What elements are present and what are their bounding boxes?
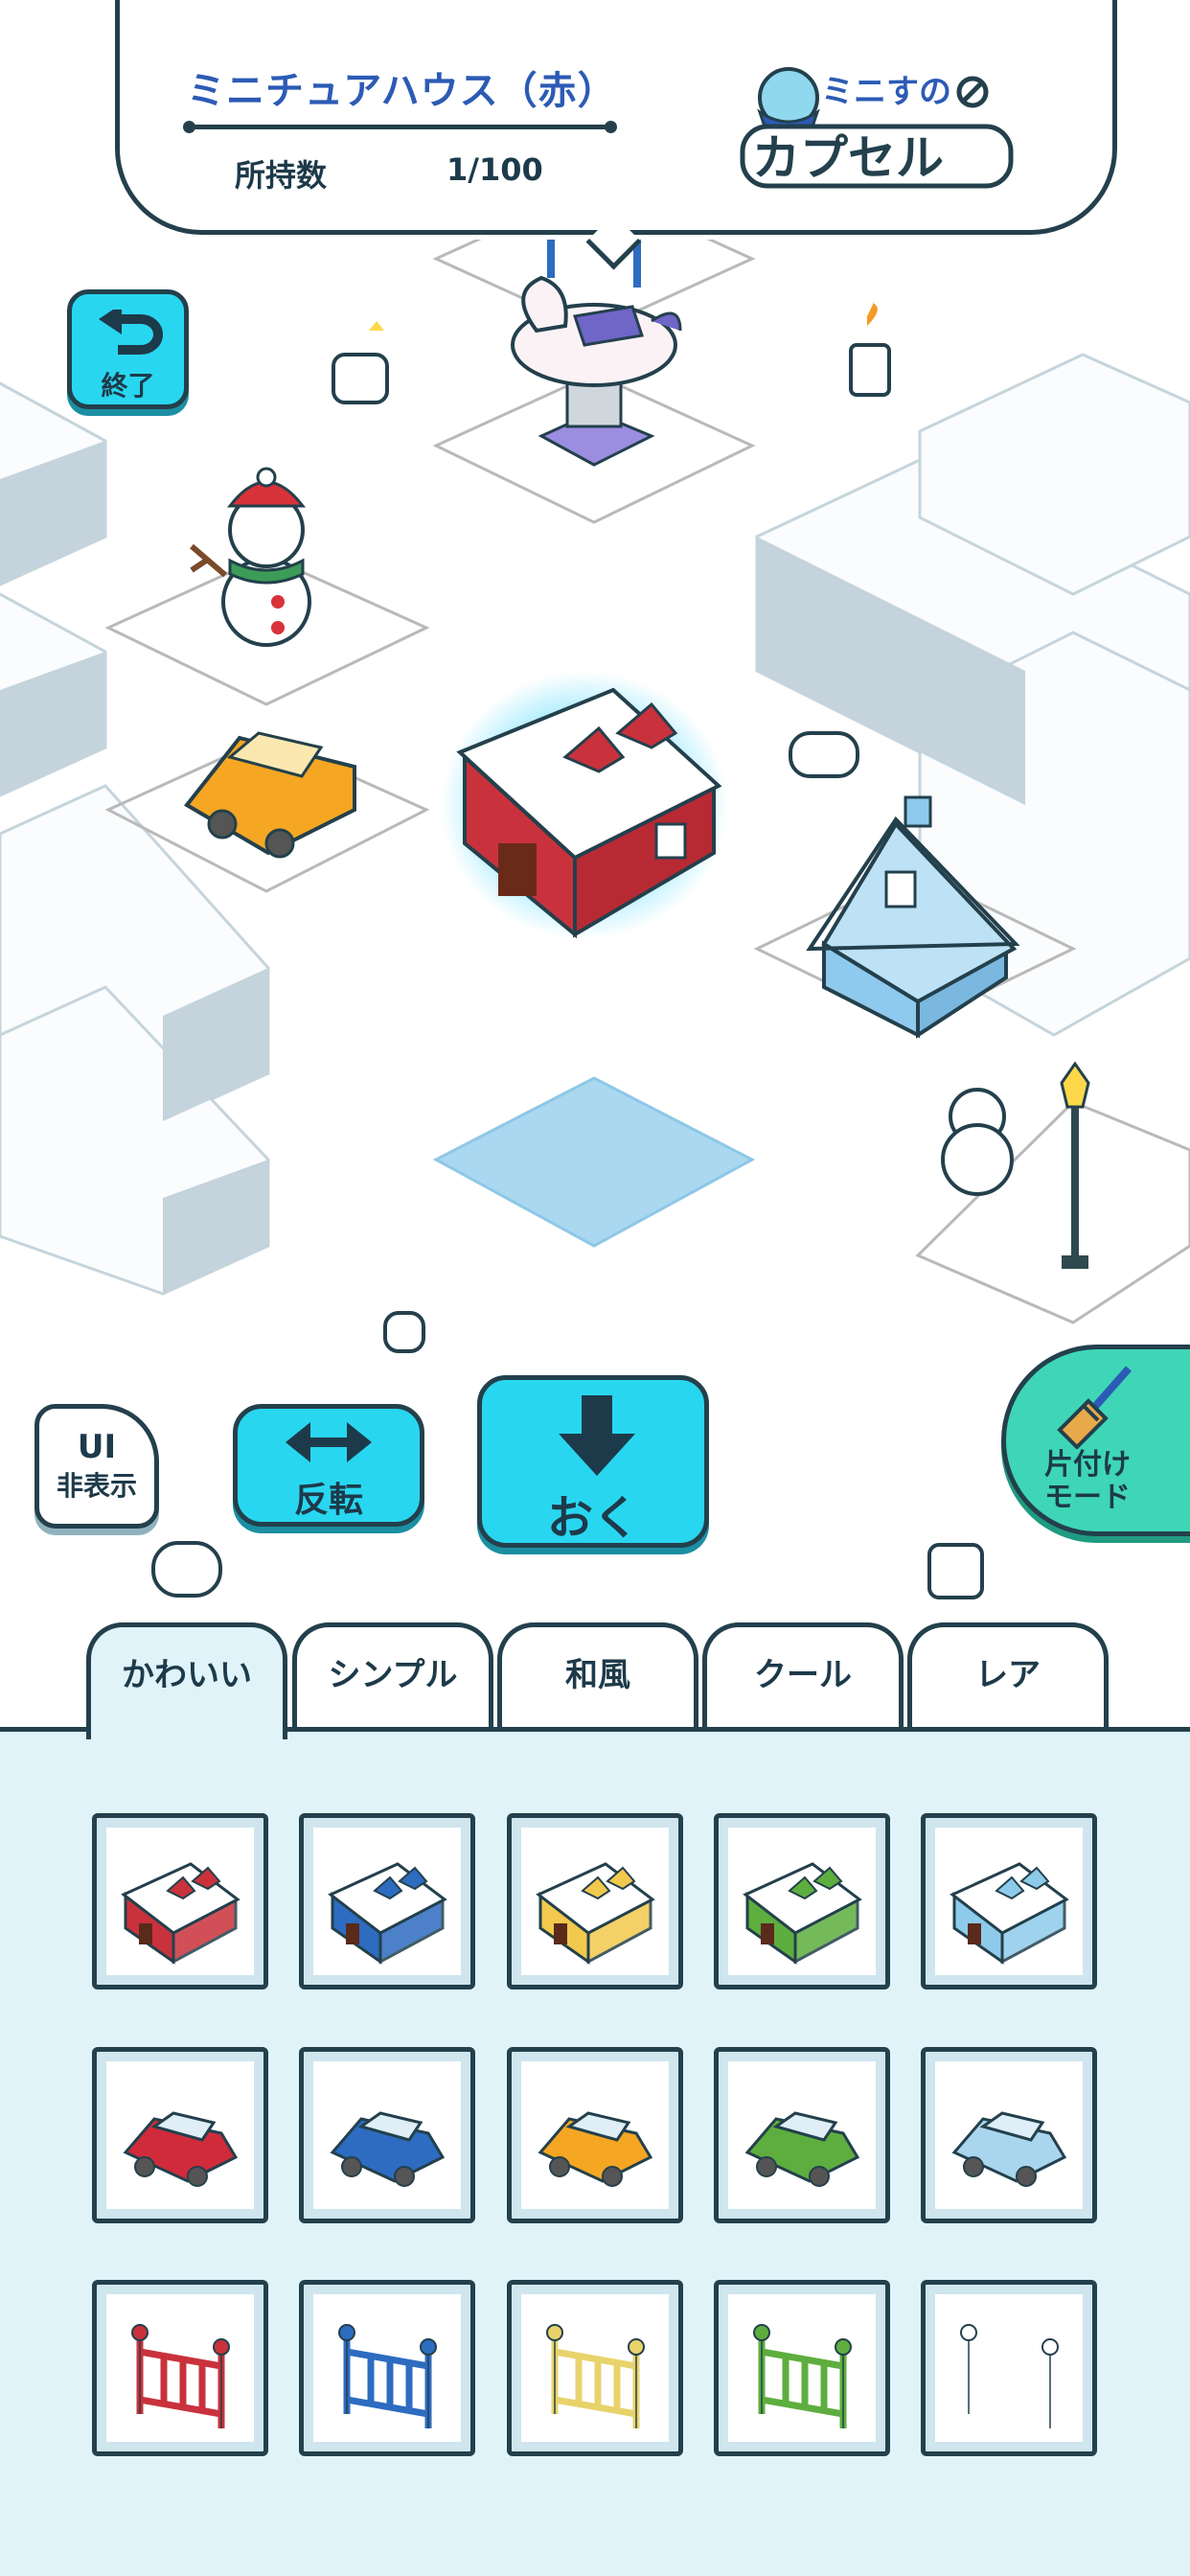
flip-label: 反転 <box>293 1481 363 1520</box>
catalog-item-house[interactable] <box>92 1813 268 1990</box>
tidy-mode-label-line1: 片付け <box>1044 1448 1131 1482</box>
tidy-mode-label: 片付け モード <box>1016 1449 1159 1514</box>
catalog-item-fence[interactable] <box>299 2280 475 2456</box>
item-name: ミニチュアハウス（赤） <box>187 69 617 113</box>
exit-label: 終了 <box>101 370 155 402</box>
street-lamp <box>1060 1061 1090 1269</box>
fence-icon <box>960 2324 1059 2428</box>
catalog-item-car[interactable] <box>507 2047 683 2223</box>
catalog-item-house[interactable] <box>299 1813 475 1990</box>
catalog-item-house[interactable] <box>507 1813 683 1990</box>
flip-button[interactable]: 反転 <box>233 1404 424 1527</box>
catalog-item-house[interactable] <box>921 1813 1097 1990</box>
ui-hide-button[interactable]: UI 非表示 <box>34 1404 159 1529</box>
tidy-mode-button[interactable]: 片付け モード <box>1001 1345 1190 1536</box>
house-icon <box>743 1862 862 1965</box>
catalog-item-fence[interactable] <box>921 2280 1097 2456</box>
catalog-item-car[interactable] <box>714 2047 890 2223</box>
game-logo: ミニすの カプセル <box>740 67 1014 189</box>
fence-icon <box>753 2324 852 2428</box>
tab-rare[interactable]: レア <box>907 1622 1109 1736</box>
catalog-item-fence[interactable] <box>507 2280 683 2456</box>
catalog-item-car[interactable] <box>92 2047 268 2223</box>
catalog-item-fence[interactable] <box>92 2280 268 2456</box>
tidy-mode-label-line2: モード <box>1044 1481 1131 1514</box>
spring-horse <box>511 275 682 467</box>
car-icon <box>123 2111 239 2187</box>
catalog-item-house[interactable] <box>714 1813 890 1990</box>
fence-icon <box>338 2324 437 2428</box>
tab-japanese[interactable]: 和風 <box>497 1622 698 1736</box>
car-icon <box>538 2111 653 2187</box>
down-arrow-icon <box>559 1395 635 1476</box>
car-icon <box>330 2111 446 2187</box>
house-icon <box>328 1862 447 1965</box>
catalog-item-car[interactable] <box>299 2047 475 2223</box>
snowman <box>190 467 311 647</box>
logo-line2: カプセル <box>752 130 944 186</box>
tab-simple[interactable]: シンプル <box>292 1622 493 1736</box>
undo-arrow-icon <box>99 310 163 355</box>
double-arrow-icon <box>286 1422 372 1462</box>
house-icon <box>950 1862 1069 1965</box>
catalog-item-fence[interactable] <box>714 2280 890 2456</box>
placement-target <box>432 1076 756 1248</box>
car-yellow <box>184 731 356 859</box>
place-label: おく <box>546 1491 639 1545</box>
exit-button[interactable]: 終了 <box>67 289 189 409</box>
fence-icon <box>546 2324 645 2428</box>
fence-icon <box>131 2324 230 2428</box>
selected-house-red <box>441 671 728 939</box>
tab-cool[interactable]: クール <box>702 1622 904 1736</box>
car-icon <box>951 2111 1067 2187</box>
house-icon <box>121 1862 240 1965</box>
logo-line1: ミニすの <box>821 73 951 111</box>
house-icon <box>536 1862 655 1965</box>
place-button[interactable]: おく <box>477 1375 709 1548</box>
owned-count: 1/100 <box>446 151 543 188</box>
title-divider <box>183 121 617 133</box>
car-icon <box>744 2111 860 2187</box>
owned-label: 所持数 <box>235 157 328 194</box>
ui-hide-sublabel: 非表示 <box>56 1470 137 1502</box>
ui-hide-label: UI <box>77 1428 117 1466</box>
catalog-item-car[interactable] <box>921 2047 1097 2223</box>
tab-kawaii[interactable]: かわいい <box>86 1622 287 1739</box>
broom-icon <box>1057 1366 1133 1449</box>
